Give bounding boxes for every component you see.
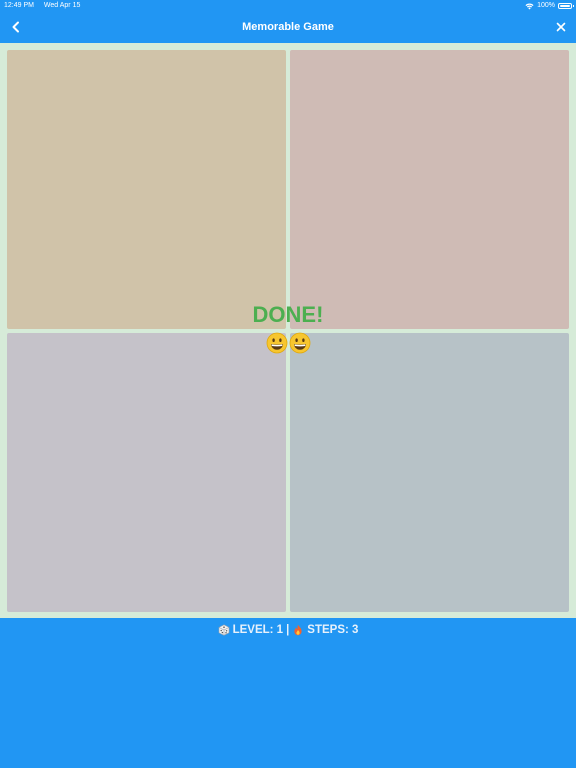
- page-title: Memorable Game: [242, 21, 334, 33]
- done-message: DONE!: [252, 302, 324, 327]
- grinning-face-icon: [289, 332, 310, 354]
- battery-icon: [558, 3, 574, 9]
- memory-tile-1[interactable]: [7, 50, 286, 329]
- game-screen: 12:49 PM Wed Apr 15 100% Memorable Game …: [0, 0, 576, 768]
- wifi-icon: [525, 3, 534, 9]
- grinning-face-icon: [266, 332, 287, 354]
- fire-icon: [294, 624, 302, 636]
- steps-label: STEPS: 3: [307, 624, 359, 636]
- nav-bar: Memorable Game: [0, 12, 576, 42]
- memory-tile-2[interactable]: [290, 50, 569, 329]
- game-stats: LEVEL: 1 | STEPS: 3: [0, 623, 576, 637]
- footer: LEVEL: 1 | STEPS: 3: [0, 618, 576, 768]
- stats-separator: |: [286, 624, 290, 636]
- status-bar: 12:49 PM Wed Apr 15 100%: [0, 0, 576, 12]
- status-left: 12:49 PM Wed Apr 15: [4, 0, 80, 12]
- status-time: 12:49 PM: [4, 2, 34, 9]
- memory-tile-3[interactable]: [7, 333, 286, 612]
- close-icon[interactable]: [556, 22, 566, 32]
- smile-row: [0, 332, 576, 354]
- battery-percent: 100%: [537, 2, 555, 9]
- game-board: DONE!: [0, 43, 576, 618]
- status-date: Wed Apr 15: [43, 2, 81, 9]
- dice-icon: [218, 624, 229, 636]
- status-right: 100%: [525, 0, 574, 12]
- memory-tile-4[interactable]: [290, 333, 569, 612]
- done-overlay: DONE!: [0, 301, 576, 354]
- level-label: LEVEL: 1: [232, 624, 284, 636]
